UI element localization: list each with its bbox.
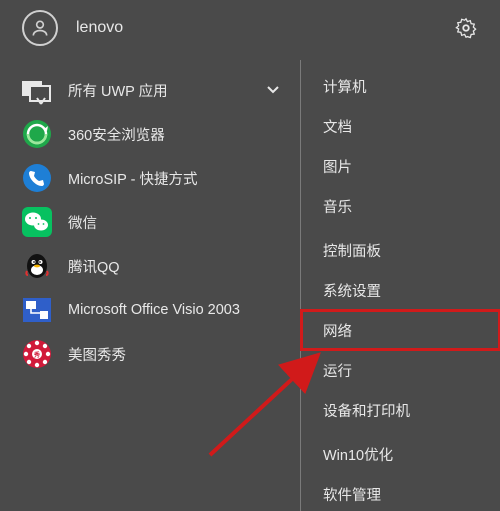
place-label: 设备和打印机 bbox=[323, 400, 410, 421]
place-label: 音乐 bbox=[323, 196, 352, 217]
place-label: 图片 bbox=[323, 156, 352, 177]
place-devices-printers[interactable]: 设备和打印机 bbox=[301, 390, 500, 430]
place-documents[interactable]: 文档 bbox=[301, 106, 500, 146]
app-item-visio[interactable]: Microsoft Office Visio 2003 bbox=[0, 288, 300, 332]
user-avatar[interactable] bbox=[22, 10, 58, 46]
app-label-qq: 腾讯QQ bbox=[68, 256, 282, 277]
qq-icon bbox=[22, 251, 52, 281]
place-label: 软件管理 bbox=[323, 484, 381, 505]
user-row: lenovo bbox=[0, 0, 500, 60]
meitu-icon: 秀 bbox=[22, 339, 52, 369]
settings-button[interactable] bbox=[454, 16, 478, 40]
app-label-wechat: 微信 bbox=[68, 212, 282, 233]
place-computer[interactable]: 计算机 bbox=[301, 66, 500, 106]
all-uwp-apps[interactable]: 所有 UWP 应用 bbox=[0, 68, 300, 112]
app-label-visio: Microsoft Office Visio 2003 bbox=[68, 302, 282, 318]
app-item-microsip[interactable]: MicroSIP - 快捷方式 bbox=[0, 156, 300, 200]
app-item-meitu[interactable]: 秀 美图秀秀 bbox=[0, 332, 300, 376]
place-label: Win10优化 bbox=[323, 444, 393, 465]
app-label-360: 360安全浏览器 bbox=[68, 124, 282, 145]
uwp-folder-icon bbox=[22, 75, 52, 105]
svg-text:秀: 秀 bbox=[33, 351, 41, 359]
places-column: 计算机 文档 图片 音乐 控制面板 系统设置 网络 运行 设备和打印机 Win1… bbox=[300, 60, 500, 511]
visio-icon bbox=[22, 295, 52, 325]
gear-icon bbox=[455, 17, 477, 39]
place-pictures[interactable]: 图片 bbox=[301, 146, 500, 186]
place-label: 运行 bbox=[323, 360, 352, 381]
app-label-microsip: MicroSIP - 快捷方式 bbox=[68, 168, 282, 189]
place-network[interactable]: 网络 bbox=[301, 310, 500, 350]
place-system-settings[interactable]: 系统设置 bbox=[301, 270, 500, 310]
place-label: 网络 bbox=[323, 320, 352, 341]
place-control-panel[interactable]: 控制面板 bbox=[301, 230, 500, 270]
place-run[interactable]: 运行 bbox=[301, 350, 500, 390]
app-item-qq[interactable]: 腾讯QQ bbox=[0, 244, 300, 288]
place-music[interactable]: 音乐 bbox=[301, 186, 500, 226]
app-item-360[interactable]: 360安全浏览器 bbox=[0, 112, 300, 156]
user-name[interactable]: lenovo bbox=[76, 19, 454, 37]
place-label: 控制面板 bbox=[323, 240, 381, 261]
phone-icon bbox=[22, 163, 52, 193]
place-win10-tweak[interactable]: Win10优化 bbox=[301, 434, 500, 474]
chevron-down-icon bbox=[266, 82, 282, 98]
place-label: 系统设置 bbox=[323, 280, 381, 301]
browser-360-icon bbox=[22, 119, 52, 149]
wechat-icon bbox=[22, 207, 52, 237]
person-icon bbox=[30, 18, 50, 38]
apps-column: 所有 UWP 应用 360安全浏览器 bbox=[0, 60, 300, 511]
app-label-meitu: 美图秀秀 bbox=[68, 344, 282, 365]
start-menu: lenovo 所有 UWP 应用 bbox=[0, 0, 500, 511]
app-item-wechat[interactable]: 微信 bbox=[0, 200, 300, 244]
columns: 所有 UWP 应用 360安全浏览器 bbox=[0, 60, 500, 511]
place-label: 计算机 bbox=[323, 76, 367, 97]
all-uwp-apps-label: 所有 UWP 应用 bbox=[68, 80, 266, 101]
place-software-mgr[interactable]: 软件管理 bbox=[301, 474, 500, 511]
place-label: 文档 bbox=[323, 116, 352, 137]
